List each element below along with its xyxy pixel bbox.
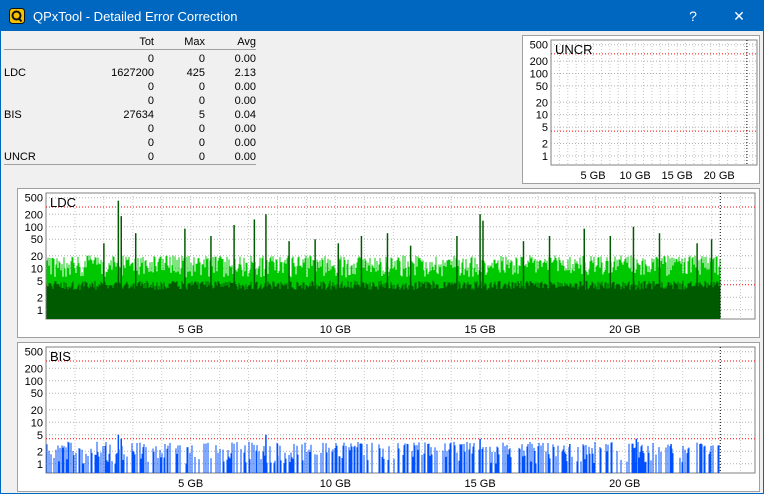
- stats-row-avg: 0.00: [234, 151, 256, 163]
- uncr-chart-x-tick-label: 5 GB: [581, 170, 606, 182]
- bis-chart-y-tick-label: 200: [25, 363, 43, 375]
- stats-row-max: 0: [198, 123, 205, 135]
- stats-row-max: 5: [198, 109, 205, 121]
- stats-row-avg: 0.00: [234, 81, 256, 93]
- uncr-chart-y-tick-label: 5: [542, 122, 548, 134]
- error-stats-table: Tot Max Avg 0 0 0.00 LDC 1627200 425 2.1…: [4, 35, 256, 165]
- ldc-chart: 500 200 100 50 20 10 5 2 1 5 GB 10 GB 15 GB 20 GB LDC: [17, 188, 760, 338]
- bis-chart-x-tick-label: 5 GB: [178, 478, 203, 490]
- bis-chart-y-tick-label: 100: [25, 376, 43, 388]
- ldc-chart-y-tick-label: 20: [31, 251, 43, 263]
- ldc-chart-x-tick-label: 20 GB: [609, 324, 640, 336]
- uncr-chart-y-tick-label: 1: [542, 151, 548, 163]
- uncr-chart: 500 200 100 50 20 10 5 2 1 5 GB 10 GB 15 GB 20 GB UNC…: [522, 35, 760, 184]
- stats-header-avg: Avg: [237, 36, 256, 48]
- bis-chart-x-tick-label: 10 GB: [320, 478, 351, 490]
- ldc-chart-x-tick-label: 15 GB: [464, 324, 495, 336]
- close-button[interactable]: ✕: [717, 1, 761, 31]
- stats-row-avg: 0.00: [234, 95, 256, 107]
- stats-row-uncr: UNCR 0 0 0.00: [4, 150, 256, 164]
- ldc-chart-y-tick-label: 1: [37, 305, 43, 317]
- uncr-chart-y-tick-label: 2: [542, 138, 548, 150]
- bis-chart-y-tick-label: 2: [37, 446, 43, 458]
- stats-row: 0 0 0.00: [4, 80, 256, 94]
- stats-row-tot: 0: [147, 81, 154, 93]
- stats-row-avg: 0.04: [234, 109, 256, 121]
- stats-row-avg: 2.13: [234, 67, 256, 79]
- stats-row: 0 0 0.00: [4, 122, 256, 136]
- stats-header-max: Max: [184, 36, 205, 48]
- stats-row-max: 0: [198, 137, 205, 149]
- stats-row-bis: BIS 27634 5 0.04: [4, 108, 256, 122]
- ldc-chart-x-tick-label: 10 GB: [320, 324, 351, 336]
- uncr-chart-x-tick-label: 10 GB: [619, 170, 650, 182]
- ldc-chart-y-tick-label: 10: [31, 263, 43, 275]
- bis-chart-y-tick-label: 500: [25, 347, 43, 359]
- bis-chart-x-tick-label: 15 GB: [464, 478, 495, 490]
- stats-row-tot: 0: [147, 151, 154, 163]
- ldc-chart-y-tick-label: 200: [25, 209, 43, 221]
- ldc-chart-y-tick-label: 5: [37, 276, 43, 288]
- stats-row: 0 0 0.00: [4, 94, 256, 108]
- bis-chart-x-tick-label: 20 GB: [609, 478, 640, 490]
- ldc-chart-x-tick-label: 5 GB: [178, 324, 203, 336]
- help-button[interactable]: ?: [671, 1, 715, 31]
- uncr-chart-y-tick-label: 200: [530, 56, 548, 68]
- uncr-chart-y-tick-label: 100: [530, 68, 548, 80]
- stats-row-tot: 0: [147, 95, 154, 107]
- ldc-chart-y-tick-label: 50: [31, 234, 43, 246]
- stats-row-max: 0: [198, 151, 205, 163]
- ldc-chart-title: LDC: [50, 195, 76, 210]
- stats-row-tot: 0: [147, 137, 154, 149]
- stats-row-max: 0: [198, 81, 205, 93]
- qpxtool-window: QPxTool - Detailed Error Correction ? ✕ …: [1, 1, 763, 493]
- bis-chart-svg: 5002001005020105215 GB 10 GB 15 GB 20 GBBIS: [25, 346, 756, 490]
- bis-chart: 500 200 100 50 20 10 5 2 1 5 GB 10 GB 15 GB 20 GB BIS: [17, 342, 760, 492]
- stats-row-label: LDC: [4, 67, 27, 79]
- uncr-chart-y-tick-label: 50: [536, 81, 548, 93]
- bis-chart-y-tick-label: 5: [37, 430, 43, 442]
- stats-row-avg: 0.00: [234, 53, 256, 65]
- uncr-chart-y-tick-label: 20: [536, 97, 548, 109]
- ldc-chart-y-tick-label: 100: [25, 222, 43, 234]
- stats-row-ldc: LDC 1627200 425 2.13: [4, 66, 256, 80]
- stats-header-tot: Tot: [139, 36, 154, 48]
- uncr-chart-x-tick-label: 20 GB: [704, 170, 735, 182]
- stats-row-max: 0: [198, 53, 205, 65]
- qpxtool-app-icon: [9, 8, 25, 24]
- bis-chart-title: BIS: [50, 349, 71, 364]
- stats-row-tot: 1627200: [111, 67, 154, 79]
- stats-divider: [4, 164, 256, 165]
- window-title: QPxTool - Detailed Error Correction: [33, 9, 238, 24]
- title-bar: QPxTool - Detailed Error Correction ? ✕: [1, 1, 763, 31]
- ldc-chart-svg: 5002001005020105215 GB 10 GB 15 GB 20 GBLDC: [25, 192, 756, 336]
- bis-chart-y-tick-label: 50: [31, 388, 43, 400]
- stats-header-row: Tot Max Avg: [4, 35, 256, 50]
- stats-row: 0 0 0.00: [4, 136, 256, 150]
- stats-row-avg: 0.00: [234, 123, 256, 135]
- uncr-chart-x-tick-label: 15 GB: [662, 170, 693, 182]
- stats-row-label: UNCR: [4, 151, 36, 163]
- uncr-chart-svg: 5002001005020105215 GB 10 GB 15 GB 20 GBUNC…: [530, 39, 758, 182]
- uncr-chart-y-tick-label: 10: [536, 110, 548, 122]
- uncr-chart-title: UNCR: [555, 42, 593, 57]
- ldc-chart-y-tick-label: 500: [25, 193, 43, 205]
- stats-row-max: 0: [198, 95, 205, 107]
- stats-row-tot: 0: [147, 53, 154, 65]
- stats-row: 0 0 0.00: [4, 52, 256, 66]
- bis-chart-y-tick-label: 10: [31, 417, 43, 429]
- uncr-chart-y-tick-label: 500: [530, 40, 548, 52]
- ldc-chart-y-tick-label: 2: [37, 292, 43, 304]
- stats-row-tot: 0: [147, 123, 154, 135]
- stats-row-max: 425: [186, 67, 205, 79]
- bis-chart-y-tick-label: 1: [37, 459, 43, 471]
- stats-row-label: BIS: [4, 109, 22, 121]
- stats-row-tot: 27634: [123, 109, 154, 121]
- bis-chart-y-tick-label: 20: [31, 405, 43, 417]
- stats-row-avg: 0.00: [234, 137, 256, 149]
